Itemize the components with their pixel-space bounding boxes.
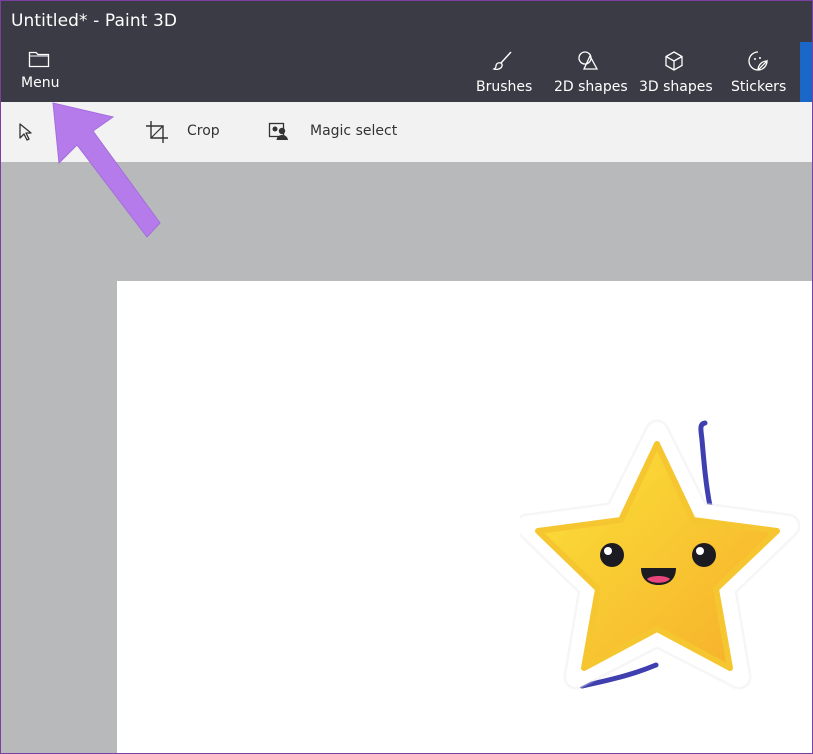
3d-shapes-icon <box>663 50 685 76</box>
brush-icon <box>492 50 514 76</box>
folder-icon <box>28 50 50 72</box>
menu-button[interactable]: Menu <box>12 42 68 98</box>
pointer-arrow-icon <box>45 95 170 255</box>
menu-label: Menu <box>21 75 60 91</box>
star-sticker[interactable] <box>514 418 801 693</box>
stickers-button[interactable]: Stickers <box>727 42 789 100</box>
magic-select-icon <box>268 121 292 147</box>
stickers-label: Stickers <box>731 79 787 95</box>
select-tool-button[interactable] <box>14 102 44 162</box>
cursor-icon <box>18 122 34 146</box>
title-bar: Untitled* - Paint 3D <box>0 0 813 42</box>
ribbon-accent-edge <box>800 42 813 102</box>
ribbon: Menu Brushes 2D shapes 3D shapes Sticker… <box>0 42 813 102</box>
brushes-label: Brushes <box>476 79 533 95</box>
2d-shapes-label: 2D shapes <box>554 79 628 95</box>
window-title: Untitled* - Paint 3D <box>11 11 178 31</box>
2d-shapes-button[interactable]: 2D shapes <box>550 42 628 100</box>
brushes-button[interactable]: Brushes <box>472 42 532 100</box>
magic-select-button[interactable]: Magic select <box>268 102 398 162</box>
stickers-icon <box>747 50 769 76</box>
3d-shapes-button[interactable]: 3D shapes <box>636 42 713 100</box>
crop-label: Crop <box>187 123 220 139</box>
2d-shapes-icon <box>576 50 600 76</box>
3d-shapes-label: 3D shapes <box>639 79 713 95</box>
magic-select-label: Magic select <box>310 123 398 139</box>
